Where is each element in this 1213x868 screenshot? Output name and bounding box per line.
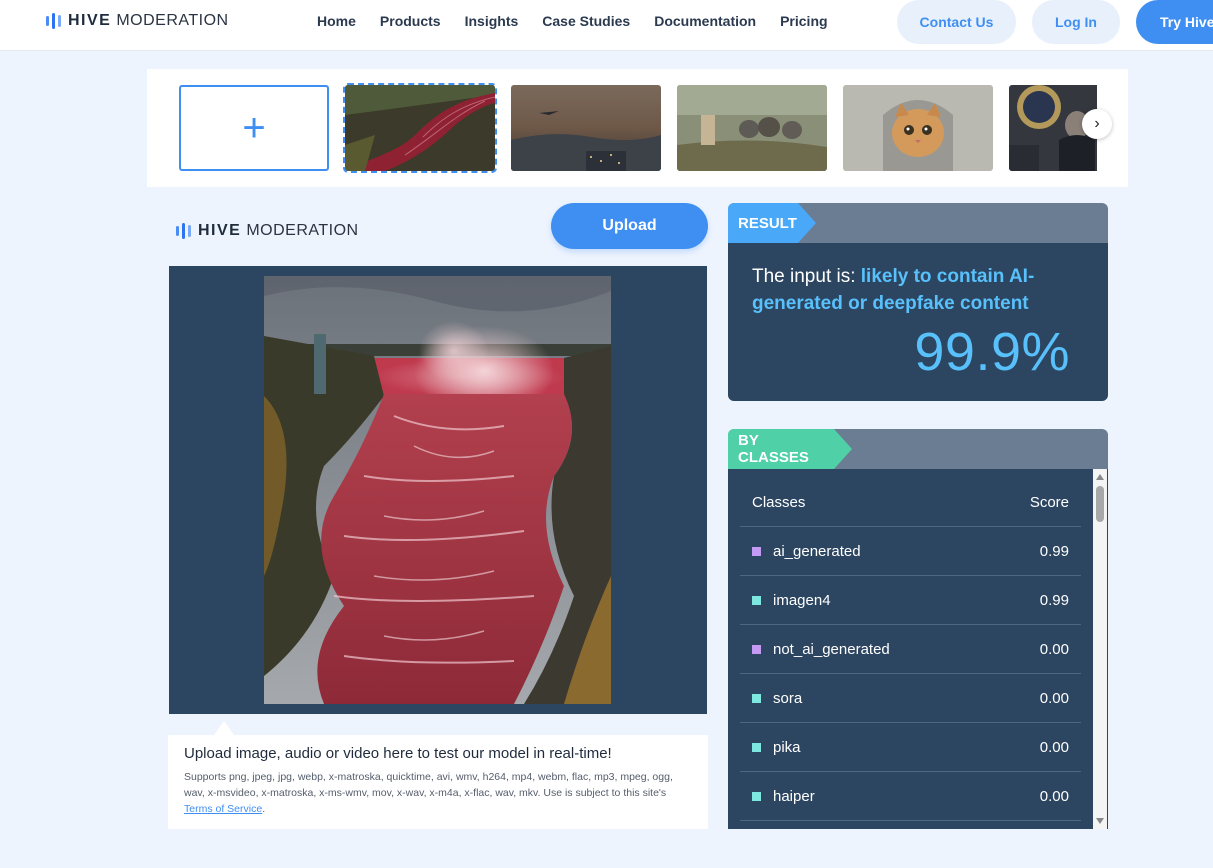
table-row: pika 0.00 xyxy=(740,723,1081,772)
class-color-marker xyxy=(752,644,761,654)
nav-documentation[interactable]: Documentation xyxy=(654,12,756,30)
logo-word-moderation: MODERATION xyxy=(246,222,359,239)
table-row: imagen4 0.99 xyxy=(740,576,1081,625)
logo-word-hive: HIVE xyxy=(68,12,112,29)
class-score: 0.99 xyxy=(1039,542,1069,560)
classes-tag: BY CLASSES xyxy=(728,429,852,469)
add-sample-button[interactable]: + xyxy=(179,85,329,171)
caption-title: Upload image, audio or video here to tes… xyxy=(184,745,612,762)
plus-icon: + xyxy=(242,106,266,150)
class-score: 0.00 xyxy=(1039,640,1069,658)
class-name: sora xyxy=(773,689,803,707)
class-color-marker xyxy=(752,546,761,556)
result-header: RESULT xyxy=(728,203,1108,243)
class-name: pika xyxy=(773,738,801,756)
classes-scrollbar[interactable] xyxy=(1093,469,1107,829)
try-hive-button[interactable]: Try Hive xyxy=(1136,0,1213,44)
class-color-marker xyxy=(752,791,761,801)
result-percentage: 99.9% xyxy=(914,322,1070,382)
classes-header: BY CLASSES xyxy=(728,429,1108,469)
hive-logo[interactable]: HIVE MODERATION xyxy=(46,12,229,30)
scroll-thumb[interactable] xyxy=(1096,486,1104,522)
logo-word-hive: HIVE xyxy=(198,222,242,239)
nav-pricing[interactable]: Pricing xyxy=(780,12,827,30)
class-name: imagen4 xyxy=(773,591,831,609)
sample-thumb-red-river[interactable] xyxy=(343,83,497,173)
upload-button[interactable]: Upload xyxy=(551,203,708,249)
contact-us-button[interactable]: Contact Us xyxy=(897,0,1016,44)
result-statement: The input is: likely to contain AI-gener… xyxy=(752,263,1084,317)
classes-table: Classes Score ai_generated 0.99 imagen4 0.9… xyxy=(740,479,1081,821)
column-score: Score xyxy=(1029,494,1069,511)
scroll-down-icon[interactable] xyxy=(1096,818,1104,824)
panel-hive-logo: HIVE MODERATION xyxy=(176,222,359,240)
result-body: The input is: likely to contain AI-gener… xyxy=(728,243,1108,401)
preview-image xyxy=(264,276,611,704)
classes-table-header: Classes Score xyxy=(740,479,1081,527)
class-name: ai_generated xyxy=(773,542,861,560)
next-arrow-icon[interactable]: › xyxy=(1082,109,1112,139)
class-score: 0.00 xyxy=(1039,689,1069,707)
class-color-marker xyxy=(752,595,761,605)
result-tag: RESULT xyxy=(728,203,816,243)
table-row: ai_generated 0.99 xyxy=(740,527,1081,576)
scroll-up-icon[interactable] xyxy=(1096,474,1104,480)
classes-table-container[interactable]: Classes Score ai_generated 0.99 imagen4 0.9… xyxy=(728,469,1108,829)
class-color-marker xyxy=(752,742,761,752)
result-prefix: The input is: xyxy=(752,266,861,287)
caption-end: . xyxy=(262,803,266,815)
nav-links: Home Products Insights Case Studies Docu… xyxy=(317,12,852,30)
hive-bars-icon xyxy=(176,223,191,239)
logo-word-moderation: MODERATION xyxy=(116,12,229,29)
log-in-button[interactable]: Log In xyxy=(1032,0,1120,44)
top-nav: HIVE MODERATION Home Products Insights C… xyxy=(0,0,1213,51)
caption-supported-formats: Supports png, jpeg, jpg, webp, x-matrosk… xyxy=(184,769,692,817)
nav-home[interactable]: Home xyxy=(317,12,356,30)
column-classes: Classes xyxy=(752,494,806,511)
table-row: haiper 0.00 xyxy=(740,772,1081,821)
sample-thumb-dusk-city[interactable] xyxy=(511,85,661,171)
class-color-marker xyxy=(752,693,761,703)
sample-thumb-painter-elephants[interactable] xyxy=(677,85,827,171)
class-score: 0.00 xyxy=(1039,738,1069,756)
nav-products[interactable]: Products xyxy=(380,12,441,30)
class-name: not_ai_generated xyxy=(773,640,890,658)
preview-area[interactable] xyxy=(169,266,707,714)
hive-bars-icon xyxy=(46,13,61,29)
class-score: 0.99 xyxy=(1039,591,1069,609)
sample-strip: + › xyxy=(147,69,1128,187)
upload-caption: Upload image, audio or video here to tes… xyxy=(168,721,708,829)
nav-insights[interactable]: Insights xyxy=(465,12,519,30)
class-name: haiper xyxy=(773,787,815,805)
class-score: 0.00 xyxy=(1039,787,1069,805)
table-row: sora 0.00 xyxy=(740,674,1081,723)
terms-of-service-link[interactable]: Terms of Service xyxy=(184,803,262,815)
nav-case-studies[interactable]: Case Studies xyxy=(542,12,630,30)
table-row: not_ai_generated 0.00 xyxy=(740,625,1081,674)
sample-thumb-cat-hoodie[interactable] xyxy=(843,85,993,171)
caption-formats-text: Supports png, jpeg, jpg, webp, x-matrosk… xyxy=(184,771,673,799)
